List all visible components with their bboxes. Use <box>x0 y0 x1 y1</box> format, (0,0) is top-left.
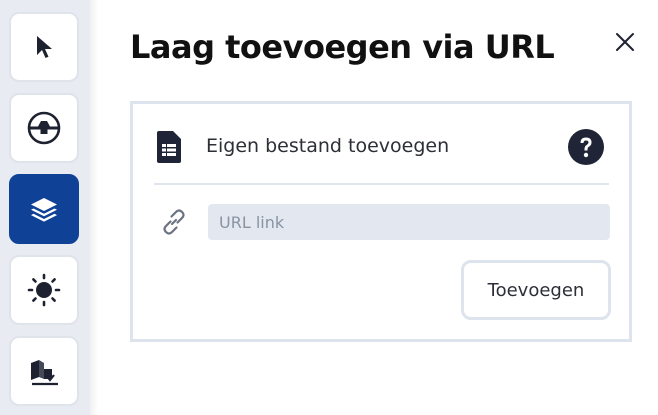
own-file-row[interactable]: Eigen bestand toevoegen <box>155 128 610 166</box>
close-button[interactable] <box>612 29 638 55</box>
tool-sidebar <box>0 0 98 415</box>
divider <box>154 183 609 185</box>
layers-tool-button[interactable] <box>9 174 79 244</box>
export-tool-button[interactable] <box>9 336 79 406</box>
sidebar-shadow <box>90 0 98 415</box>
link-icon <box>163 209 185 235</box>
close-icon <box>616 33 634 51</box>
layers-icon <box>31 198 57 222</box>
cursor-arrow-icon <box>37 36 52 58</box>
sun-icon <box>27 273 61 307</box>
panel-title: Laag toevoegen via URL <box>130 28 555 66</box>
terrain-tool-icon <box>27 111 61 145</box>
select-tool-button[interactable] <box>9 12 79 82</box>
url-input[interactable] <box>208 204 610 240</box>
spreadsheet-file-icon <box>157 131 181 163</box>
terrain-tool-button[interactable] <box>9 93 79 163</box>
export-download-icon <box>31 360 58 386</box>
add-button[interactable]: Toevoegen <box>461 260 611 320</box>
help-circle-icon[interactable] <box>568 129 604 165</box>
own-file-label: Eigen bestand toevoegen <box>206 135 450 157</box>
sun-tool-button[interactable] <box>9 255 79 325</box>
add-layer-card: Eigen bestand toevoegen Toevoegen <box>130 101 632 342</box>
